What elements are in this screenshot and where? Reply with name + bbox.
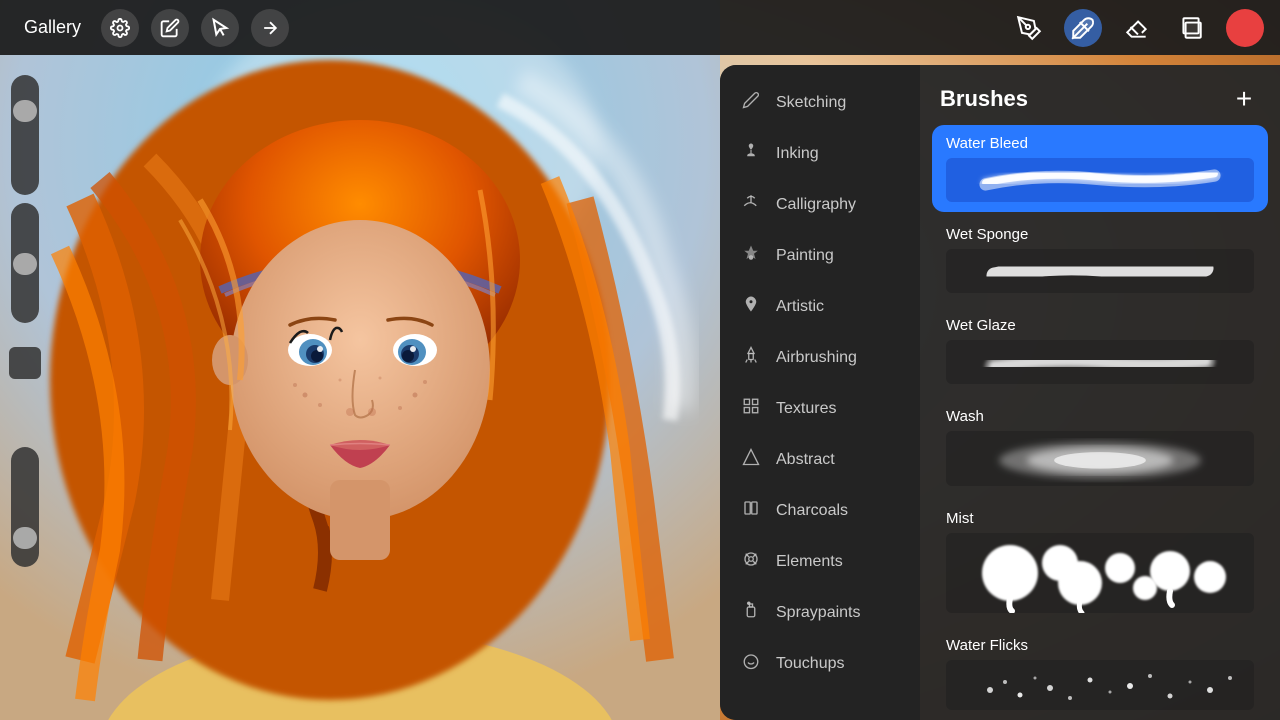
category-item-touchups[interactable]: Touchups	[720, 638, 920, 689]
brush-size-slider-thumb[interactable]	[13, 527, 37, 549]
brush-item-mist[interactable]: Mist	[932, 500, 1268, 623]
modify-tool-button[interactable]	[151, 9, 189, 47]
brush-preview-wet-glaze	[946, 340, 1254, 384]
brush-name-water-flicks: Water Flicks	[946, 637, 1254, 654]
calligraphy-icon	[740, 193, 762, 216]
checkbox-button[interactable]	[9, 347, 41, 379]
gallery-button[interactable]: Gallery	[16, 13, 89, 42]
toolbar: Gallery	[0, 0, 1280, 55]
sketching-icon	[740, 91, 762, 114]
category-textures-label: Textures	[776, 400, 836, 418]
textures-icon	[740, 397, 762, 420]
brush-preview-mist	[946, 533, 1254, 613]
brushes-panel: Sketching Inking Calligraphy	[720, 65, 1280, 720]
category-charcoals-label: Charcoals	[776, 502, 848, 520]
category-item-elements[interactable]: Elements	[720, 536, 920, 587]
brush-item-wet-glaze[interactable]: Wet Glaze	[932, 307, 1268, 394]
artistic-icon	[740, 295, 762, 318]
category-item-calligraphy[interactable]: Calligraphy	[720, 179, 920, 230]
category-item-charcoals[interactable]: Charcoals	[720, 485, 920, 536]
category-spraypaints-label: Spraypaints	[776, 604, 861, 622]
eraser-tool-button[interactable]	[1118, 9, 1156, 47]
transform-tool-button[interactable]	[251, 9, 289, 47]
color-picker[interactable]	[1226, 9, 1264, 47]
brush-name-wet-glaze: Wet Glaze	[946, 317, 1254, 334]
brush-name-wet-sponge: Wet Sponge	[946, 226, 1254, 243]
painting-icon	[740, 244, 762, 267]
opacity-slider-thumb[interactable]	[13, 253, 37, 275]
touchups-icon	[740, 652, 762, 675]
toolbar-left: Gallery	[16, 9, 1010, 47]
airbrushing-icon	[740, 346, 762, 369]
brush-list: Water Bleed We	[920, 125, 1280, 720]
category-item-painting[interactable]: Painting	[720, 230, 920, 281]
size-slider-thumb[interactable]	[13, 100, 37, 122]
brush-item-wash[interactable]: Wash	[932, 398, 1268, 496]
brush-size-slider[interactable]	[11, 447, 39, 567]
spraypaints-icon	[740, 601, 762, 624]
brush-tool-button[interactable]	[1064, 9, 1102, 47]
brush-name-wash: Wash	[946, 408, 1254, 425]
brush-preview-water-flicks	[946, 660, 1254, 710]
brush-preview-wash	[946, 431, 1254, 486]
portrait-svg	[0, 0, 720, 720]
brush-preview-water-bleed	[946, 158, 1254, 202]
category-sketching-label: Sketching	[776, 94, 846, 112]
category-list: Sketching Inking Calligraphy	[720, 65, 920, 720]
category-item-sketching[interactable]: Sketching	[720, 77, 920, 128]
category-airbrushing-label: Airbrushing	[776, 349, 857, 367]
left-sidebar	[0, 55, 50, 720]
pen-tool-button[interactable]	[1010, 9, 1048, 47]
category-painting-label: Painting	[776, 247, 834, 265]
elements-icon	[740, 550, 762, 573]
opacity-slider[interactable]	[11, 203, 39, 323]
category-inking-label: Inking	[776, 145, 819, 163]
selection-tool-button[interactable]	[201, 9, 239, 47]
brush-list-header: Brushes +	[920, 65, 1280, 125]
category-item-spraypaints[interactable]: Spraypaints	[720, 587, 920, 638]
brush-item-water-bleed[interactable]: Water Bleed	[932, 125, 1268, 212]
category-item-abstract[interactable]: Abstract	[720, 434, 920, 485]
brush-preview-wet-sponge	[946, 249, 1254, 293]
category-item-artistic[interactable]: Artistic	[720, 281, 920, 332]
add-brush-button[interactable]: +	[1228, 83, 1260, 115]
inking-icon	[740, 142, 762, 165]
abstract-icon	[740, 448, 762, 471]
settings-tool-button[interactable]	[101, 9, 139, 47]
brush-list-panel: Brushes + Water Bleed	[920, 65, 1280, 720]
layers-tool-button[interactable]	[1172, 9, 1210, 47]
category-calligraphy-label: Calligraphy	[776, 196, 856, 214]
brush-name-water-bleed: Water Bleed	[946, 135, 1254, 152]
category-elements-label: Elements	[776, 553, 843, 571]
brush-name-mist: Mist	[946, 510, 1254, 527]
toolbar-right	[1010, 9, 1264, 47]
category-item-inking[interactable]: Inking	[720, 128, 920, 179]
brush-item-water-flicks[interactable]: Water Flicks	[932, 627, 1268, 720]
category-touchups-label: Touchups	[776, 655, 845, 673]
category-item-airbrushing[interactable]: Airbrushing	[720, 332, 920, 383]
brush-item-wet-sponge[interactable]: Wet Sponge	[932, 216, 1268, 303]
category-artistic-label: Artistic	[776, 298, 824, 316]
size-slider[interactable]	[11, 75, 39, 195]
brushes-title: Brushes	[940, 86, 1028, 112]
category-item-textures[interactable]: Textures	[720, 383, 920, 434]
charcoals-icon	[740, 499, 762, 522]
category-abstract-label: Abstract	[776, 451, 835, 469]
